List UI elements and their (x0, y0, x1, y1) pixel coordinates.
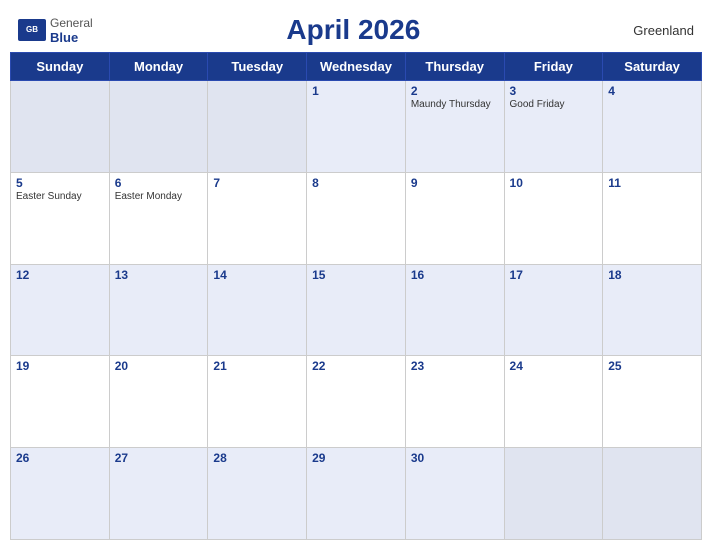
day-number: 30 (411, 451, 499, 465)
calendar-day-cell: 13 (109, 264, 208, 356)
day-number: 22 (312, 359, 400, 373)
logo: GB General Blue (18, 16, 93, 45)
calendar-title: April 2026 (93, 14, 614, 46)
header-thursday: Thursday (405, 53, 504, 81)
calendar-day-cell: 4 (603, 81, 702, 173)
calendar-day-cell: 15 (307, 264, 406, 356)
calendar-day-cell: 24 (504, 356, 603, 448)
calendar-day-cell (109, 81, 208, 173)
days-header-row: Sunday Monday Tuesday Wednesday Thursday… (11, 53, 702, 81)
day-number: 10 (510, 176, 598, 190)
calendar-day-cell (504, 448, 603, 540)
calendar-day-cell: 23 (405, 356, 504, 448)
header-sunday: Sunday (11, 53, 110, 81)
calendar-day-cell: 25 (603, 356, 702, 448)
holiday-name: Good Friday (510, 99, 598, 110)
day-number: 19 (16, 359, 104, 373)
day-number: 15 (312, 268, 400, 282)
header-friday: Friday (504, 53, 603, 81)
day-number: 25 (608, 359, 696, 373)
region-label: Greenland (614, 23, 694, 38)
calendar-day-cell: 20 (109, 356, 208, 448)
calendar-week-row: 26 27 28 29 30 (11, 448, 702, 540)
calendar-week-row: 19 20 21 22 23 24 25 (11, 356, 702, 448)
day-number: 9 (411, 176, 499, 190)
day-number: 11 (608, 176, 696, 190)
day-number: 14 (213, 268, 301, 282)
calendar-day-cell: 2Maundy Thursday (405, 81, 504, 173)
day-number: 1 (312, 84, 400, 98)
header: GB General Blue April 2026 Greenland (10, 10, 702, 48)
logo-general: General (50, 16, 93, 30)
day-number: 17 (510, 268, 598, 282)
calendar-day-cell: 26 (11, 448, 110, 540)
day-number: 6 (115, 176, 203, 190)
calendar-day-cell (208, 81, 307, 173)
calendar-day-cell: 7 (208, 172, 307, 264)
calendar-day-cell: 14 (208, 264, 307, 356)
day-number: 28 (213, 451, 301, 465)
calendar-day-cell: 30 (405, 448, 504, 540)
logo-blue: Blue (50, 30, 93, 45)
day-number: 18 (608, 268, 696, 282)
day-number: 23 (411, 359, 499, 373)
holiday-name: Easter Monday (115, 191, 203, 202)
day-number: 21 (213, 359, 301, 373)
day-number: 4 (608, 84, 696, 98)
logo-icon: GB (18, 19, 46, 41)
calendar-table: Sunday Monday Tuesday Wednesday Thursday… (10, 52, 702, 540)
day-number: 7 (213, 176, 301, 190)
calendar-day-cell: 3Good Friday (504, 81, 603, 173)
header-tuesday: Tuesday (208, 53, 307, 81)
calendar-week-row: 12Maundy Thursday3Good Friday4 (11, 81, 702, 173)
day-number: 5 (16, 176, 104, 190)
calendar-day-cell: 28 (208, 448, 307, 540)
day-number: 8 (312, 176, 400, 190)
calendar-day-cell: 12 (11, 264, 110, 356)
day-number: 26 (16, 451, 104, 465)
calendar-day-cell: 8 (307, 172, 406, 264)
day-number: 12 (16, 268, 104, 282)
day-number: 24 (510, 359, 598, 373)
calendar-day-cell: 11 (603, 172, 702, 264)
day-number: 29 (312, 451, 400, 465)
header-wednesday: Wednesday (307, 53, 406, 81)
calendar-day-cell: 17 (504, 264, 603, 356)
day-number: 27 (115, 451, 203, 465)
holiday-name: Easter Sunday (16, 191, 104, 202)
svg-text:GB: GB (26, 25, 38, 34)
day-number: 20 (115, 359, 203, 373)
calendar-day-cell: 5Easter Sunday (11, 172, 110, 264)
calendar-day-cell: 6Easter Monday (109, 172, 208, 264)
day-number: 16 (411, 268, 499, 282)
calendar-day-cell: 21 (208, 356, 307, 448)
day-number: 13 (115, 268, 203, 282)
calendar-day-cell: 19 (11, 356, 110, 448)
calendar-day-cell (11, 81, 110, 173)
header-monday: Monday (109, 53, 208, 81)
calendar-day-cell: 10 (504, 172, 603, 264)
header-saturday: Saturday (603, 53, 702, 81)
holiday-name: Maundy Thursday (411, 99, 499, 110)
calendar-day-cell: 9 (405, 172, 504, 264)
day-number: 2 (411, 84, 499, 98)
calendar-day-cell: 29 (307, 448, 406, 540)
calendar-day-cell: 16 (405, 264, 504, 356)
calendar-week-row: 12 13 14 15 16 17 18 (11, 264, 702, 356)
calendar-week-row: 5Easter Sunday6Easter Monday7891011 (11, 172, 702, 264)
calendar-day-cell: 1 (307, 81, 406, 173)
calendar-day-cell: 22 (307, 356, 406, 448)
day-number: 3 (510, 84, 598, 98)
calendar-day-cell: 18 (603, 264, 702, 356)
calendar-day-cell (603, 448, 702, 540)
calendar-day-cell: 27 (109, 448, 208, 540)
